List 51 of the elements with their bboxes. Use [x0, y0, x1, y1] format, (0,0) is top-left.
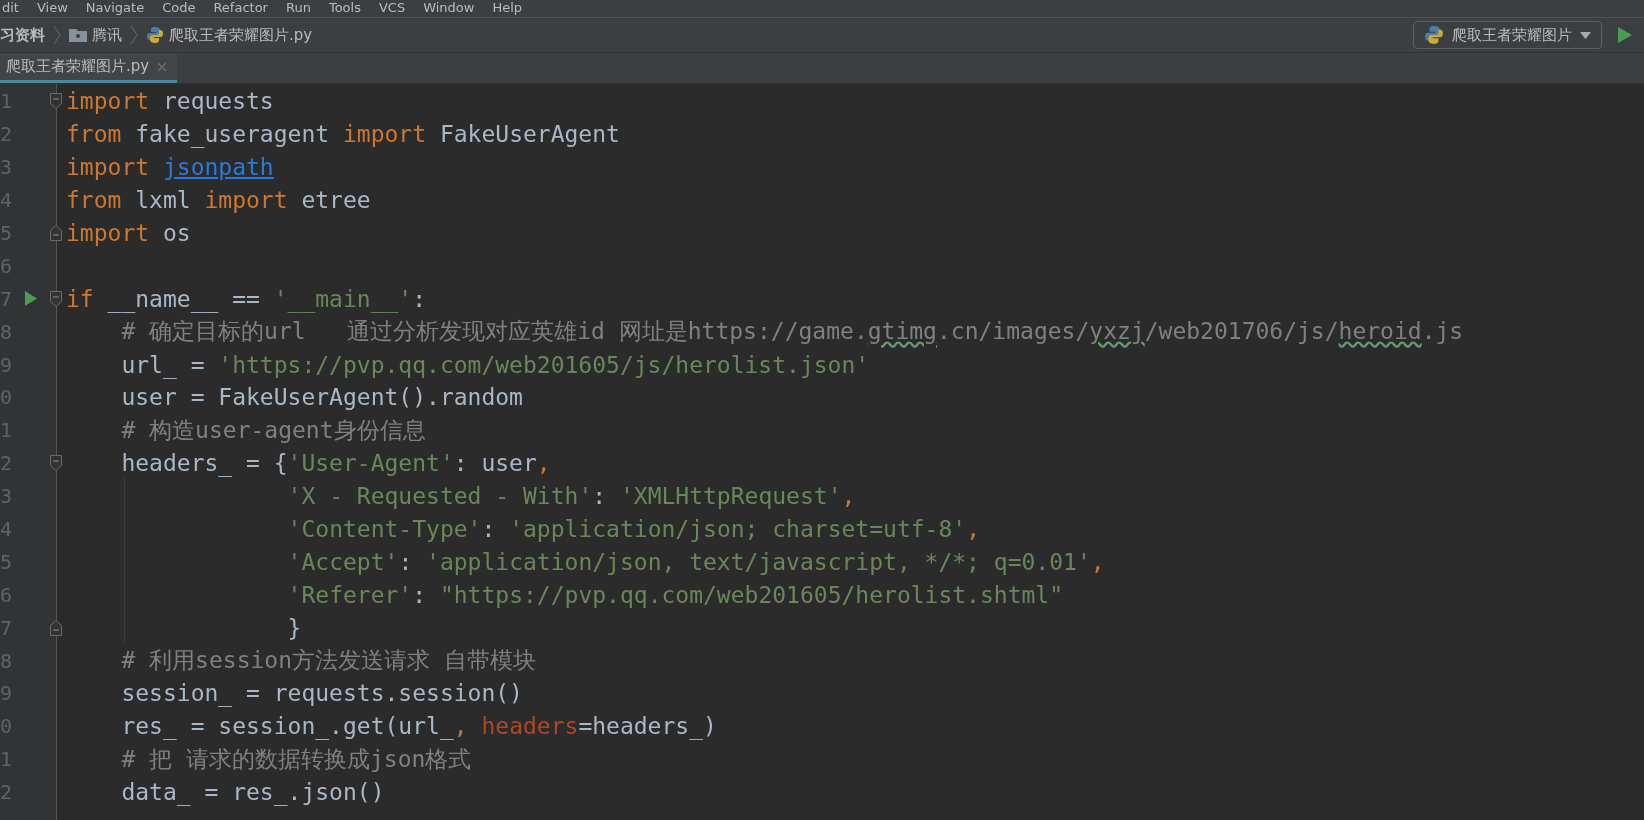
menu-item[interactable]: Tools — [328, 0, 361, 15]
menu-item[interactable]: Window — [423, 0, 475, 15]
code-line: import requests — [66, 88, 274, 115]
code-line: headers_ = {'User-Agent': user, — [121, 450, 551, 477]
code-line: # 确定目标的url 通过分析发现对应英雄id 网址是https://game.gtimg.cn/images/yxzj/web201706/js/heroid.js — [121, 317, 1464, 347]
code-line: 'X - Requested - With': 'XMLHttpRequest', — [287, 483, 856, 510]
fold-icon[interactable] — [50, 455, 62, 472]
breadcrumb-item[interactable]: 腾讯 — [69, 25, 122, 45]
code-line: # 利用session方法发送请求 自带模块 — [121, 646, 536, 676]
code-line: if __name__ == '__main__': — [66, 285, 427, 312]
code-line: # 构造user-agent身份信息 — [121, 415, 426, 445]
breadcrumb-item[interactable]: 习资料 — [0, 25, 45, 45]
menu-item[interactable]: Refactor — [213, 0, 268, 15]
python-icon — [146, 26, 164, 44]
fold-icon[interactable] — [50, 290, 62, 307]
code-line: 'Content-Type': 'application/json; charset=utf-8', — [287, 516, 980, 542]
menu-item[interactable]: Navigate — [85, 0, 145, 15]
code-line: import jsonpath — [66, 154, 274, 181]
run-icon[interactable] — [1618, 27, 1632, 43]
editor-tab[interactable]: 爬取王者荣耀图片.py — [0, 53, 178, 83]
close-icon[interactable] — [157, 61, 168, 72]
run-icon[interactable] — [25, 291, 37, 307]
code-line: from lxml import etree — [66, 187, 371, 214]
menu-item[interactable]: VCS — [378, 0, 406, 15]
menu-item[interactable]: Help — [492, 0, 523, 15]
fold-icon[interactable] — [50, 225, 62, 241]
caret-icon — [1580, 31, 1591, 39]
folder-icon — [69, 28, 87, 42]
code-line: } — [287, 614, 302, 641]
chevron-icon — [53, 25, 61, 45]
code-line: res_ = session_.get(url_, headers=headers_) — [121, 713, 717, 740]
breadcrumb-item[interactable]: 爬取王者荣耀图片.py — [146, 25, 313, 45]
menu-item[interactable]: Run — [285, 0, 311, 15]
code-line: url_ = 'https://pvp.qq.com/web201605/js/herolist.json' — [121, 351, 870, 378]
menu-item[interactable]: Code — [162, 0, 196, 15]
code-line: user = FakeUserAgent().random — [121, 384, 523, 411]
fold-icon[interactable] — [50, 619, 62, 636]
fold-icon[interactable] — [50, 93, 62, 110]
code-line: 'Accept': 'application/json, text/javascript, */*; q=0.01', — [287, 548, 1105, 575]
code-line: 'Referer': "https://pvp.qq.com/web201605/herolist.shtml" — [287, 581, 1064, 608]
chevron-icon — [130, 25, 138, 45]
code-line: session_ = requests.session() — [121, 680, 523, 707]
code-line: from fake_useragent import FakeUserAgent — [66, 121, 620, 148]
code-line: import os — [66, 220, 191, 246]
menu-item[interactable]: dit — [2, 0, 19, 15]
menu-item[interactable]: View — [36, 0, 68, 15]
run-configuration-dropdown[interactable]: 爬取王者荣耀图片 — [1413, 21, 1602, 49]
code-link[interactable]: jsonpath — [162, 154, 274, 181]
python-icon — [1424, 25, 1444, 45]
code-line: data_ = res_.json() — [121, 779, 385, 806]
code-line: # 把 请求的数据转换成json格式 — [121, 744, 472, 774]
